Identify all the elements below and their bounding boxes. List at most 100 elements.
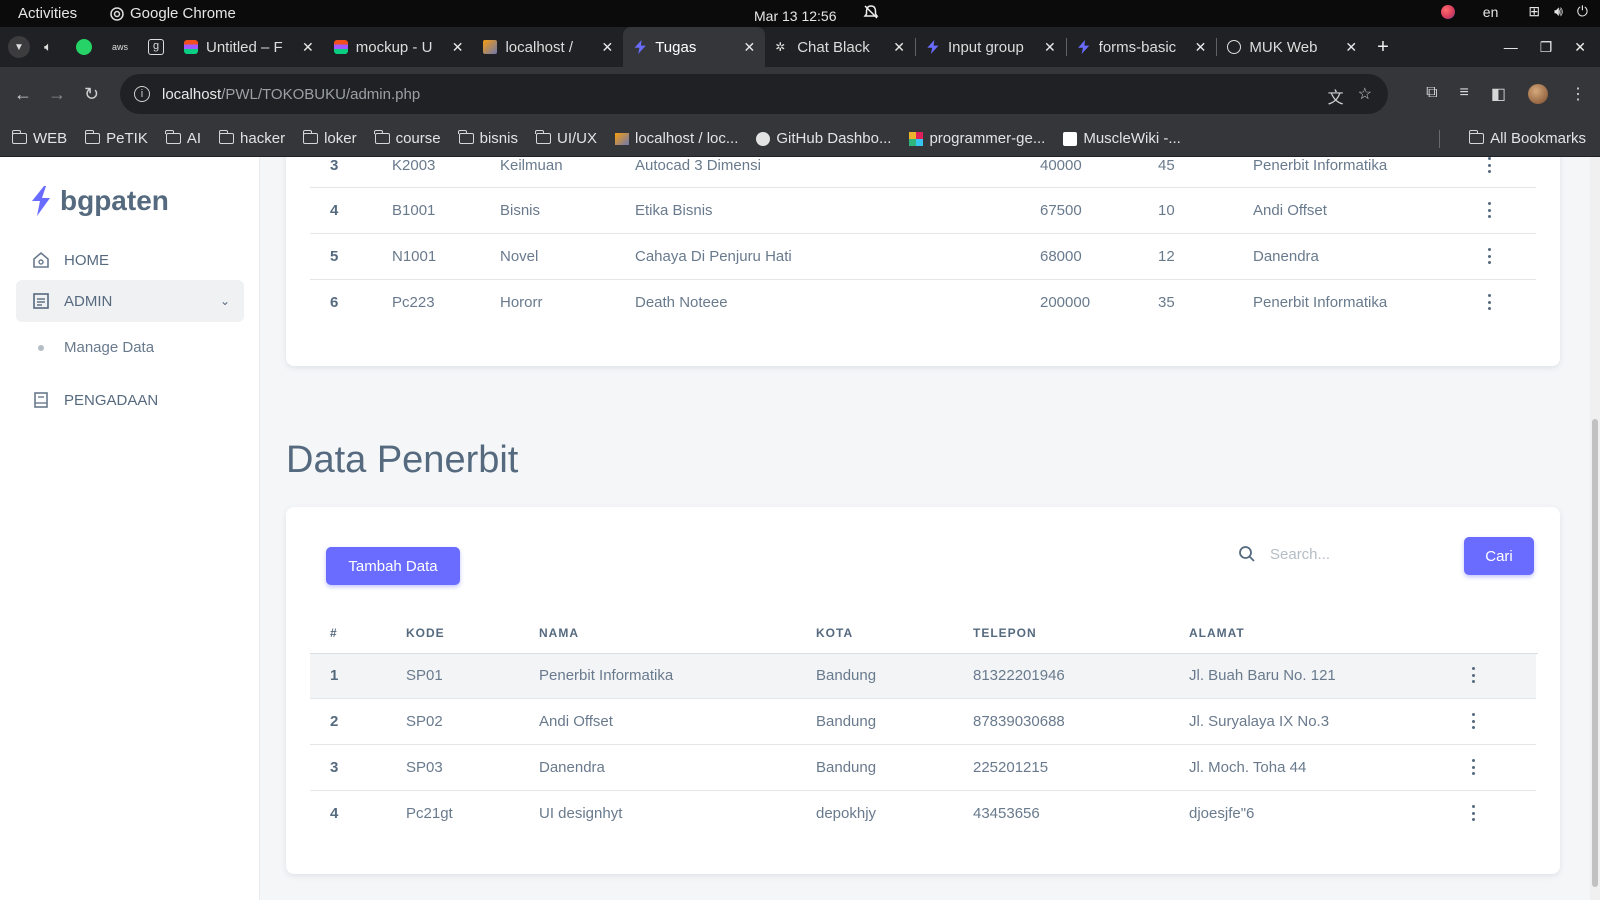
sidebar-item-pengadaan[interactable]: PENGADAAN (16, 379, 244, 421)
row-number: 3 (330, 157, 339, 174)
cell-nama: UI designhyt (539, 805, 623, 822)
tab-mockup[interactable]: mockup - U ✕ (324, 27, 474, 67)
close-icon[interactable]: ✕ (893, 39, 905, 56)
row-actions-icon[interactable] (1472, 667, 1476, 683)
close-icon[interactable]: ✕ (452, 39, 464, 56)
profile-avatar[interactable] (1528, 84, 1548, 104)
close-icon[interactable]: ✕ (1345, 39, 1357, 56)
cell-nama: Penerbit Informatika (539, 667, 674, 684)
power-icon[interactable]: ⏻ (1577, 3, 1588, 20)
section-title-penerbit: Data Penerbit (286, 439, 519, 481)
brand-logo[interactable]: bgpaten (30, 185, 169, 217)
tab-untitled[interactable]: Untitled – F ✕ (174, 27, 324, 67)
bookmark-folder[interactable]: AI (165, 130, 201, 147)
media-control-icon[interactable]: ≡ (1460, 84, 1469, 104)
tab-forms-basic[interactable]: forms-basic ✕ (1067, 27, 1217, 67)
row-actions-icon[interactable] (1488, 202, 1492, 218)
bolt-icon (1078, 40, 1090, 54)
bookmark-folder[interactable]: course (374, 130, 441, 147)
pinned-tab-g[interactable]: g (138, 27, 174, 67)
tab-tugas[interactable]: Tugas ✕ (623, 27, 766, 67)
translate-icon[interactable]: 文 (1328, 84, 1344, 108)
tray-app-icon[interactable] (1440, 4, 1455, 19)
close-icon[interactable]: ✕ (1195, 39, 1207, 56)
close-icon[interactable]: ✕ (601, 39, 613, 56)
scrollbar-thumb[interactable] (1592, 419, 1598, 887)
bookmark-link[interactable]: localhost / loc... (615, 130, 738, 147)
side-panel-icon[interactable]: ◧ (1491, 84, 1506, 104)
bookmark-folder[interactable]: UI/UX (535, 130, 597, 147)
cell-nama: Etika Bisnis (635, 202, 713, 219)
clock[interactable]: Mar 13 12:56 (754, 8, 837, 24)
volume-icon[interactable]: 🔊︎ (1554, 3, 1563, 20)
cell-kode: K2003 (392, 157, 436, 174)
book-icon (34, 392, 48, 408)
bookmark-link[interactable]: programmer-ge... (909, 130, 1045, 147)
app-menu[interactable]: Google Chrome (110, 5, 236, 22)
bookmark-star-icon[interactable]: ☆ (1358, 84, 1372, 108)
sidebar-item-home[interactable]: HOME (16, 239, 244, 281)
close-icon[interactable]: ✕ (302, 39, 314, 56)
activities-button[interactable]: Activities (18, 5, 77, 22)
bookmark-folder[interactable]: PeTIK (84, 130, 148, 147)
app-name: Google Chrome (130, 5, 236, 22)
back-arrow-icon[interactable]: ← (14, 84, 32, 105)
row-actions-icon[interactable] (1488, 294, 1492, 310)
language-indicator[interactable]: en (1483, 4, 1499, 20)
pinned-tab-audio[interactable]: 🔈︎ (30, 27, 66, 67)
system-tray[interactable]: en ⊞ 🔊︎ ⏻ (1440, 3, 1588, 20)
cell-kota: Bandung (816, 667, 877, 684)
tab-localhost[interactable]: localhost / ✕ (473, 27, 623, 67)
sidebar-subitem-manage-data[interactable]: Manage Data (38, 339, 154, 356)
all-bookmarks-button[interactable]: All Bookmarks (1468, 130, 1586, 147)
system-top-bar: Activities Google Chrome Mar 13 12:56 en… (0, 0, 1600, 27)
row-actions-icon[interactable] (1488, 248, 1492, 264)
row-actions-icon[interactable] (1472, 805, 1476, 821)
site-info-icon[interactable]: i (134, 86, 150, 102)
forward-arrow-icon[interactable]: → (48, 84, 66, 105)
more-menu-icon[interactable]: ⋮ (1570, 84, 1586, 104)
bookmark-label: MuscleWiki -... (1083, 130, 1181, 147)
table-row: 6 Pc223 Hororr Death Noteee 200000 35 Pe… (310, 281, 1536, 326)
close-icon[interactable]: ✕ (743, 39, 755, 56)
cell-harga: 68000 (1040, 248, 1082, 265)
bookmark-link[interactable]: GitHub Dashbo... (756, 130, 891, 147)
restore-icon[interactable]: ❐ (1540, 39, 1553, 56)
new-tab-button[interactable]: + (1377, 36, 1389, 59)
cell-alamat: Jl. Suryalaya IX No.3 (1189, 713, 1330, 730)
bookmark-folder[interactable]: hacker (218, 130, 285, 147)
row-actions-icon[interactable] (1472, 713, 1476, 729)
tab-chat-black[interactable]: ✲ Chat Black ✕ (765, 27, 915, 67)
tab-title: Untitled – F (206, 38, 283, 56)
address-bar[interactable]: i localhost /PWL/TOKOBUKU/admin.php 文 ☆ (120, 74, 1388, 114)
row-actions-icon[interactable] (1488, 157, 1492, 173)
search-button[interactable]: Cari (1464, 537, 1534, 575)
page-scrollbar[interactable] (1590, 157, 1600, 900)
aws-icon: aws (111, 42, 128, 52)
bookmark-folder[interactable]: WEB (11, 130, 67, 147)
tab-muk-web[interactable]: MUK Web ✕ (1217, 27, 1367, 67)
add-data-button[interactable]: Tambah Data (326, 547, 460, 585)
folder-icon (302, 130, 319, 144)
extensions-icon[interactable]: ⧉ (1426, 84, 1437, 104)
close-window-icon[interactable]: ✕ (1574, 39, 1586, 56)
close-icon[interactable]: ✕ (1044, 39, 1056, 56)
sidebar-item-admin[interactable]: ADMIN ⌄ (16, 280, 244, 322)
pinned-tab-aws[interactable]: aws (102, 27, 138, 67)
network-icon[interactable]: ⊞ (1528, 3, 1540, 20)
reload-icon[interactable]: ↻ (84, 84, 99, 105)
bookmark-folder[interactable]: loker (302, 130, 357, 147)
cell-nama: Danendra (539, 759, 605, 776)
row-actions-icon[interactable] (1472, 759, 1476, 775)
bookmark-folder[interactable]: bisnis (458, 130, 518, 147)
tab-search-icon[interactable]: ▼ (8, 36, 30, 58)
folder-icon (84, 130, 101, 144)
cell-telepon: 225201215 (973, 759, 1049, 776)
minimize-icon[interactable]: — (1504, 39, 1518, 56)
browser-toolbar: ← → ↻ i localhost /PWL/TOKOBUKU/admin.ph… (0, 67, 1600, 121)
bookmark-link[interactable]: MuscleWiki -... (1063, 130, 1181, 147)
cell-telepon: 81322201946 (973, 667, 1065, 684)
search-input[interactable] (1270, 540, 1440, 568)
tab-input-group[interactable]: Input group ✕ (916, 27, 1066, 67)
pinned-tab-whatsapp[interactable] (66, 27, 102, 67)
